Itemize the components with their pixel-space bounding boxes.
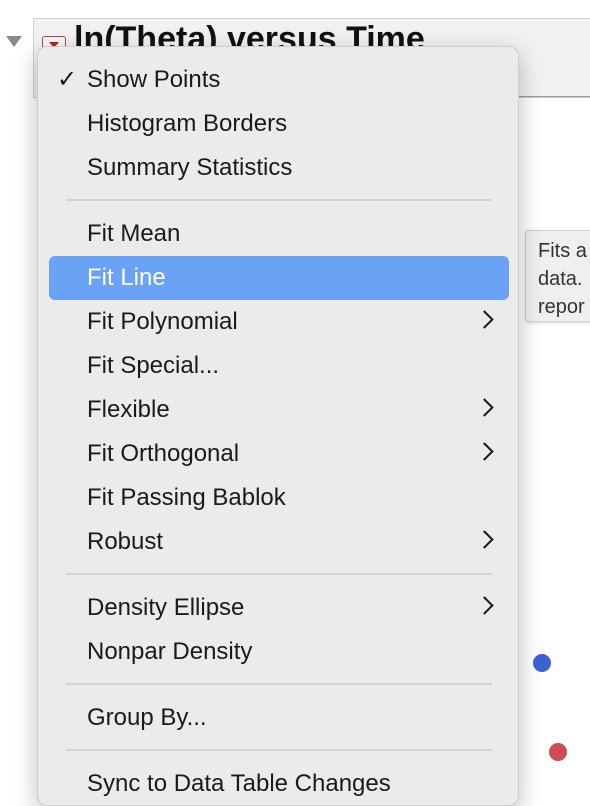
disclosure-triangle-icon[interactable] — [6, 36, 22, 47]
menu-item-label: Show Points — [87, 66, 221, 93]
menu-item-fit-special[interactable]: Fit Special... — [49, 344, 509, 388]
chevron-right-icon — [475, 530, 494, 549]
menu-item-label: Fit Line — [87, 264, 166, 291]
menu-item-label: Summary Statistics — [87, 154, 293, 181]
menu-item-sync-to-data-table-changes[interactable]: Sync to Data Table Changes — [49, 762, 509, 806]
menu-item-fit-polynomial[interactable]: Fit Polynomial — [49, 300, 509, 344]
chevron-right-icon — [475, 310, 494, 329]
tooltip-line: repor — [538, 296, 585, 318]
menu-item-flexible[interactable]: Flexible — [49, 388, 509, 432]
tooltip: Fits a data. repor — [525, 230, 590, 322]
tooltip-line: Fits a — [538, 240, 587, 262]
data-point — [549, 743, 567, 761]
menu-item-summary-statistics[interactable]: Summary Statistics — [49, 146, 509, 190]
menu-item-label: Fit Mean — [87, 220, 181, 247]
menu-item-label: Fit Passing Bablok — [87, 484, 286, 511]
chevron-right-icon — [475, 442, 494, 461]
menu-item-fit-line[interactable]: Fit Line — [49, 256, 509, 300]
data-point — [533, 654, 551, 672]
menu-separator — [66, 749, 492, 751]
menu-item-group-by[interactable]: Group By... — [49, 696, 509, 740]
menu-item-robust[interactable]: Robust — [49, 520, 509, 564]
menu-item-histogram-borders[interactable]: Histogram Borders — [49, 102, 509, 146]
tooltip-line: data. — [538, 268, 583, 290]
menu-item-nonpar-density[interactable]: Nonpar Density — [49, 630, 509, 674]
menu-item-label: Flexible — [87, 396, 170, 423]
menu-item-label: Fit Special... — [87, 352, 220, 379]
menu-item-label: Histogram Borders — [87, 110, 288, 137]
plot-frame — [515, 96, 590, 797]
checkmark-icon: ✓ — [57, 66, 78, 93]
menu-item-label: Nonpar Density — [87, 638, 253, 665]
menu-item-label: Sync to Data Table Changes — [87, 770, 391, 797]
menu-item-label: Group By... — [87, 704, 207, 731]
menu-item-label: Density Ellipse — [87, 594, 245, 621]
menu-separator — [66, 573, 492, 575]
menu-separator — [66, 199, 492, 201]
chevron-right-icon — [475, 398, 494, 417]
chevron-right-icon — [475, 596, 494, 615]
menu-item-fit-passing-bablok[interactable]: Fit Passing Bablok — [49, 476, 509, 520]
menu-item-show-points[interactable]: ✓ Show Points — [49, 58, 509, 102]
menu-item-fit-mean[interactable]: Fit Mean — [49, 212, 509, 256]
context-menu: ✓ Show Points Histogram Borders Summary … — [37, 46, 519, 806]
menu-separator — [66, 683, 492, 685]
menu-item-density-ellipse[interactable]: Density Ellipse — [49, 586, 509, 630]
menu-item-fit-orthogonal[interactable]: Fit Orthogonal — [49, 432, 509, 476]
menu-item-label: Fit Polynomial — [87, 308, 238, 335]
menu-item-label: Robust — [87, 528, 164, 555]
menu-item-label: Fit Orthogonal — [87, 440, 240, 467]
